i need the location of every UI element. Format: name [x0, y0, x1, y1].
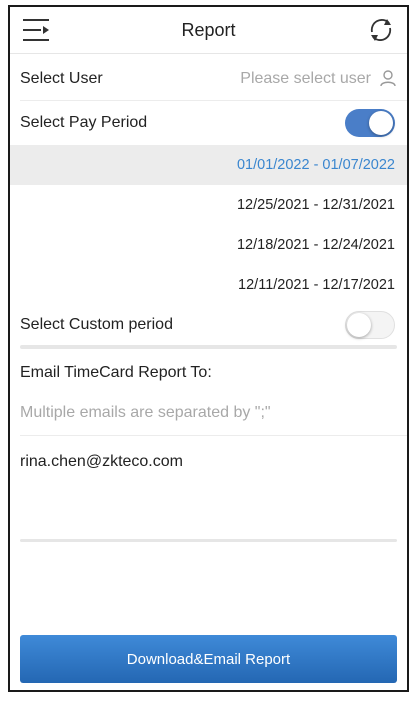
pay-period-option[interactable]: 12/11/2021 - 12/17/2021 [10, 265, 407, 305]
custom-period-row: Select Custom period [10, 303, 407, 347]
email-input[interactable]: rina.chen@zkteco.com [20, 447, 397, 549]
refresh-icon[interactable] [367, 16, 395, 44]
pay-period-row: Select Pay Period [10, 101, 407, 145]
page-title: Report [181, 20, 236, 40]
pay-period-label: Select Pay Period [20, 114, 148, 131]
app-frame: Report Select User Please select user Se… [8, 5, 409, 692]
custom-period-toggle[interactable] [345, 311, 395, 339]
select-user-placeholder: Please select user [240, 70, 371, 87]
pay-period-option[interactable]: 12/18/2021 - 12/24/2021 [10, 225, 407, 265]
toggle-knob [369, 111, 393, 135]
select-user-row[interactable]: Select User Please select user [10, 53, 407, 101]
email-hint: Multiple emails are separated by ";" [20, 404, 271, 421]
section-divider [20, 345, 397, 349]
user-icon [380, 70, 396, 87]
toggle-knob [347, 313, 371, 337]
divider [20, 435, 407, 436]
pay-period-toggle[interactable] [345, 109, 395, 137]
select-user-label: Select User [20, 70, 103, 87]
download-email-button[interactable]: Download&Email Report [20, 635, 397, 683]
header-bar: Report [10, 7, 407, 54]
pay-period-option[interactable]: 01/01/2022 - 01/07/2022 [10, 145, 407, 185]
custom-period-label: Select Custom period [20, 316, 173, 333]
section-divider [20, 539, 397, 542]
email-section-label: Email TimeCard Report To: [20, 364, 212, 381]
pay-period-option[interactable]: 12/25/2021 - 12/31/2021 [10, 185, 407, 225]
